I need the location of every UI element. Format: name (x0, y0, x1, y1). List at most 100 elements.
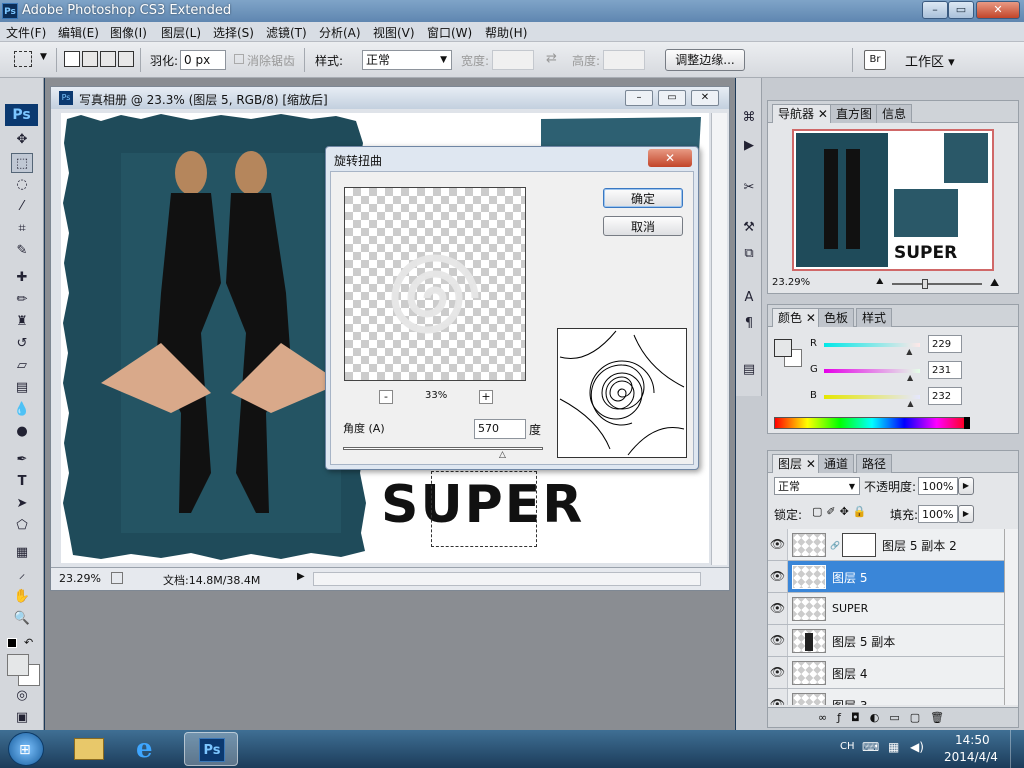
tool-presets-icon[interactable]: ✂ (738, 178, 760, 198)
history-panel-icon[interactable]: ⌘ (738, 108, 760, 128)
clock-time[interactable]: 14:50 (955, 733, 990, 747)
path-select-icon[interactable]: ➤ (11, 494, 33, 514)
healing-brush-icon[interactable]: ✚ (11, 268, 33, 288)
channel-b-input[interactable]: 232 (928, 387, 962, 405)
intersect-selection-icon[interactable] (118, 51, 134, 67)
dodge-tool-icon[interactable]: ● (11, 422, 33, 442)
foreground-color-swatch[interactable] (7, 654, 29, 676)
opacity-input[interactable]: 100% (918, 477, 958, 495)
maximize-button[interactable]: ▭ (948, 1, 974, 19)
eraser-tool-icon[interactable]: ▱ (11, 356, 33, 376)
blur-tool-icon[interactable]: 💧 (11, 400, 33, 420)
tab-styles[interactable]: 样式 (856, 308, 893, 327)
volume-icon[interactable]: ◀) (910, 740, 924, 754)
navigator-zoom[interactable]: 23.29% (772, 277, 810, 288)
pen-tool-icon[interactable]: ✒ (11, 450, 33, 470)
width-input[interactable] (492, 50, 534, 70)
eyedropper-icon[interactable]: ⸝ (11, 565, 33, 585)
eye-icon[interactable]: 👁 (768, 689, 788, 705)
document-title-bar[interactable]: Ps 写真相册 @ 23.3% (图层 5, RGB/8) [缩放后] – ▭ … (51, 87, 729, 109)
eye-icon[interactable]: 👁 (768, 657, 788, 688)
menu-window[interactable]: 窗口(W) (427, 24, 472, 41)
angle-slider-track[interactable] (343, 447, 543, 450)
feather-input[interactable]: 0 px (180, 50, 226, 70)
navigator-zoom-slider[interactable] (892, 283, 982, 285)
channel-r-input[interactable]: 229 (928, 335, 962, 353)
menu-help[interactable]: 帮助(H) (485, 24, 527, 41)
gradient-tool-icon[interactable]: ▤ (11, 378, 33, 398)
stamp-tool-icon[interactable]: ♜ (11, 312, 33, 332)
horizontal-scrollbar[interactable] (313, 572, 701, 586)
fill-input[interactable]: 100% (918, 505, 958, 523)
history-brush-icon[interactable]: ↺ (11, 334, 33, 354)
character-panel-icon[interactable]: A (738, 288, 760, 308)
brush-tool-icon[interactable]: ✏ (11, 290, 33, 310)
angle-input[interactable]: 570 (474, 419, 526, 439)
style-select[interactable]: 正常 ▼ (362, 50, 452, 70)
layer-comps-icon[interactable]: ▤ (738, 360, 760, 380)
status-zoom[interactable]: 23.29% (59, 572, 101, 585)
channel-b-thumb[interactable]: ▲ (907, 399, 913, 408)
magic-wand-icon[interactable]: ⁄ (11, 197, 33, 217)
taskbar-photoshop[interactable]: Ps (184, 732, 238, 766)
add-selection-icon[interactable] (82, 51, 98, 67)
channel-g-thumb[interactable]: ▲ (907, 373, 913, 382)
menu-view[interactable]: 视图(V) (373, 24, 415, 41)
layer-row[interactable]: 👁 图层 3 (768, 689, 1016, 705)
marquee-tool-icon[interactable]: ⬚ (11, 153, 33, 173)
menu-layer[interactable]: 图层(L) (161, 24, 201, 41)
layer-row[interactable]: 👁 图层 4 (768, 657, 1016, 689)
menu-analysis[interactable]: 分析(A) (319, 24, 361, 41)
new-selection-icon[interactable] (64, 51, 80, 67)
eye-icon[interactable]: 👁 (768, 625, 788, 656)
vertical-scrollbar[interactable] (711, 113, 727, 565)
layers-scrollbar[interactable] (1004, 529, 1018, 705)
menu-filter[interactable]: 滤镜(T) (266, 24, 307, 41)
tab-paths[interactable]: 路径 (856, 454, 893, 473)
doc-minimize-button[interactable]: – (625, 90, 653, 106)
cancel-button[interactable]: 取消 (603, 216, 683, 236)
close-button[interactable]: ✕ (976, 1, 1020, 19)
chevron-down-icon[interactable]: ▼ (40, 52, 47, 62)
doc-maximize-button[interactable]: ▭ (658, 90, 686, 106)
taskbar-explorer[interactable] (62, 732, 116, 766)
spectrum-black-end[interactable] (964, 417, 970, 429)
zoom-in-mountain-icon[interactable]: ⛰ (990, 276, 999, 290)
eye-icon[interactable]: 👁 (768, 529, 788, 560)
show-desktop-button[interactable] (1010, 730, 1024, 768)
angle-slider-thumb[interactable]: △ (499, 451, 506, 460)
clock-date[interactable]: 2014/4/4 (944, 750, 998, 764)
color-spectrum-bar[interactable] (774, 417, 970, 429)
network-icon[interactable]: ▦ (888, 740, 899, 754)
navigator-preview[interactable]: SUPER (792, 129, 994, 271)
color-fg-swatch[interactable] (774, 339, 792, 357)
swap-icon[interactable]: ⇄ (546, 51, 557, 66)
minimize-button[interactable]: – (922, 1, 948, 19)
quick-mask-icon[interactable]: ◎ (11, 686, 33, 706)
channel-g-slider[interactable] (824, 369, 920, 373)
fill-arrow-button[interactable]: ▶ (958, 505, 974, 523)
navigator-zoom-thumb[interactable] (922, 279, 928, 289)
tab-histogram[interactable]: 直方图 (830, 104, 879, 123)
height-input[interactable] (603, 50, 645, 70)
type-tool-icon[interactable]: T (11, 472, 33, 492)
doc-close-button[interactable]: ✕ (691, 90, 719, 106)
move-tool-icon[interactable]: ✥ (11, 130, 33, 150)
actions-panel-icon[interactable]: ▶ (738, 136, 760, 156)
tab-channels[interactable]: 通道 (818, 454, 855, 473)
preview-area[interactable] (344, 187, 526, 381)
layer-row[interactable]: 👁 SUPER (768, 593, 1016, 625)
bridge-icon[interactable]: Br (864, 50, 886, 70)
swap-colors-icon[interactable]: ↶ (24, 636, 33, 649)
zoom-in-button[interactable]: + (479, 390, 493, 404)
hand-tool-icon[interactable]: ✋ (11, 587, 33, 607)
channel-r-thumb[interactable]: ▲ (906, 347, 912, 356)
ok-button[interactable]: 确定 (603, 188, 683, 208)
shape-tool-icon[interactable]: ⬠ (11, 516, 33, 536)
zoom-tool-icon[interactable]: 🔍 (11, 609, 33, 629)
taskbar-ie[interactable]: e (124, 732, 178, 766)
tab-color[interactable]: 颜色 ✕ (772, 308, 822, 327)
input-language[interactable]: CH (840, 741, 855, 752)
blend-mode-select[interactable]: 正常 ▼ (774, 477, 860, 495)
zoom-out-mountain-icon[interactable]: ⛰ (876, 277, 884, 287)
